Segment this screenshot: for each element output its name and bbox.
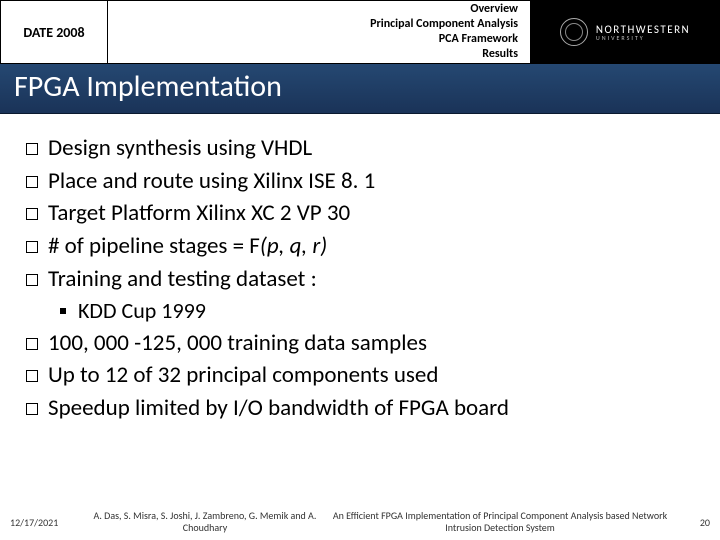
section-item: Overview <box>470 2 518 17</box>
bullet-item: Up to 12 of 32 principal components used <box>20 359 700 392</box>
conference-badge: DATE 2008 <box>0 0 108 64</box>
bullet-item: Place and route using Xilinx ISE 8. 1 <box>20 165 700 198</box>
seal-icon <box>560 18 588 46</box>
slide-title: FPGA Implementation <box>0 64 720 114</box>
section-nav: Overview Principal Component Analysis PC… <box>108 0 530 64</box>
university-name: NORTHWESTERN <box>596 24 690 35</box>
section-item: Principal Component Analysis <box>370 17 518 32</box>
footer-paper-title: An Efficient FPGA Implementation of Prin… <box>320 510 680 534</box>
footer-page-number: 20 <box>680 516 710 529</box>
sub-bullet-item: KDD Cup 1999 <box>20 295 700 326</box>
footer-date: 12/17/2021 <box>10 516 90 529</box>
section-item: PCA Framework <box>439 32 518 47</box>
slide-header: DATE 2008 Overview Principal Component A… <box>0 0 720 64</box>
bullet-item: # of pipeline stages = F(p, q, r) <box>20 230 700 263</box>
slide-content: Design synthesis using VHDL Place and ro… <box>0 114 720 424</box>
bullet-list: Design synthesis using VHDL Place and ro… <box>20 132 700 424</box>
footer-authors: A. Das, S. Misra, S. Joshi, J. Zambreno,… <box>90 510 320 534</box>
section-item: Results <box>482 47 518 62</box>
bullet-item: Target Platform Xilinx XC 2 VP 30 <box>20 197 700 230</box>
bullet-item: Training and testing dataset : <box>20 263 700 296</box>
bullet-item: Design synthesis using VHDL <box>20 132 700 165</box>
bullet-item: Speedup limited by I/O bandwidth of FPGA… <box>20 392 700 425</box>
slide-footer: 12/17/2021 A. Das, S. Misra, S. Joshi, J… <box>0 510 720 534</box>
bullet-item: 100, 000 -125, 000 training data samples <box>20 327 700 360</box>
university-sub: UNIVERSITY <box>596 35 690 41</box>
university-logo: NORTHWESTERN UNIVERSITY <box>530 0 720 64</box>
